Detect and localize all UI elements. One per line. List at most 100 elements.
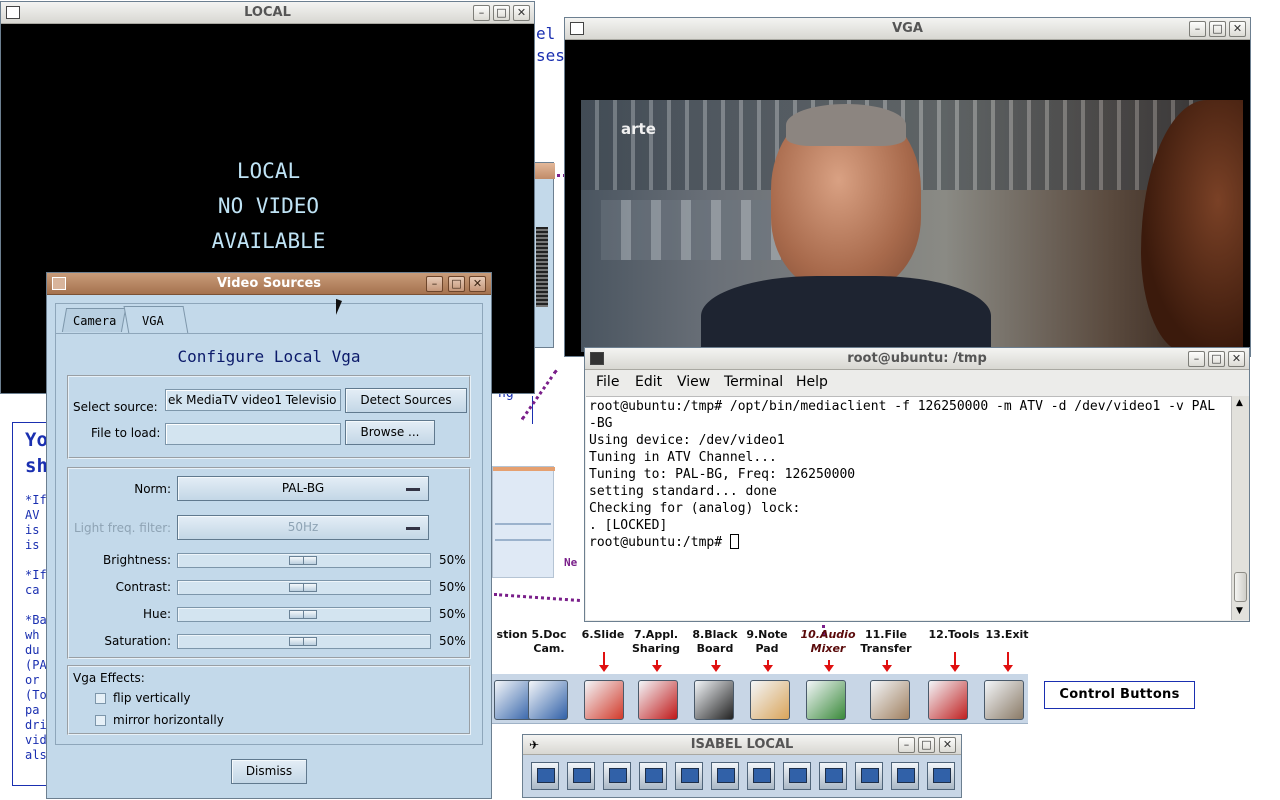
app-sharing-icon[interactable]	[747, 762, 775, 790]
light-filter-value: 50Hz	[287, 520, 319, 534]
grid-icon[interactable]	[567, 762, 595, 790]
menu-help[interactable]: Help	[796, 374, 828, 390]
minimize-icon[interactable]: –	[1188, 351, 1205, 367]
tools-icon[interactable]	[891, 762, 919, 790]
terminal-output[interactable]: root@ubuntu:/tmp# /opt/bin/mediaclient -…	[586, 396, 1231, 620]
slide-line: (PA	[25, 658, 47, 672]
monitor-icon[interactable]	[639, 762, 667, 790]
select-source-field[interactable]: ek MediaTV video1 Televisio	[165, 389, 341, 411]
slide-line: (To	[25, 688, 47, 702]
menu-view[interactable]: View	[677, 374, 710, 390]
toolbar-label: 6.Slide	[573, 628, 633, 642]
maximize-icon[interactable]: □	[493, 5, 510, 21]
file-transfer-icon[interactable]	[870, 680, 910, 720]
no-video-line: NO VIDEO	[217, 194, 320, 218]
slide-body: *If AV is is *If ca *Ba wh du (PA or (To pa dri vid als	[25, 493, 47, 763]
channel-logo: arte	[621, 120, 656, 138]
slider-track[interactable]	[177, 553, 431, 568]
control-buttons-label: Control Buttons	[1044, 681, 1195, 709]
exit-door-icon[interactable]	[984, 680, 1024, 720]
slide-line: *If	[25, 493, 47, 507]
mirror-horizontally-label: mirror horizontally	[113, 713, 224, 727]
maximize-icon[interactable]: □	[918, 737, 935, 753]
video-person	[701, 104, 991, 352]
slider-track[interactable]	[177, 580, 431, 595]
slider-track[interactable]	[177, 607, 431, 622]
audio-mixer-icon[interactable]	[855, 762, 883, 790]
note-pad-icon[interactable]	[750, 680, 790, 720]
blackboard-icon[interactable]	[783, 762, 811, 790]
toolbar-pointer-arrow	[599, 652, 609, 672]
tab-vga-label: VGA	[142, 314, 164, 328]
norm-select[interactable]: PAL-BG	[177, 476, 429, 501]
close-icon[interactable]: ✕	[1229, 21, 1246, 37]
local-titlebar[interactable]: LOCAL – □ ✕	[1, 2, 534, 24]
maximize-icon[interactable]: □	[1208, 351, 1225, 367]
slide-line: is	[25, 538, 40, 552]
menu-terminal[interactable]: Terminal	[724, 374, 783, 390]
slider-track[interactable]	[177, 634, 431, 649]
dismiss-button[interactable]: Dismiss	[231, 759, 307, 784]
detect-sources-button[interactable]: Detect Sources	[345, 388, 467, 413]
terminal-line: Checking for (analog) lock:	[589, 501, 801, 516]
tab-camera-label: Camera	[73, 314, 117, 328]
flip-vertically-checkbox[interactable]	[95, 693, 106, 704]
toolbar-pointer-arrow	[1003, 652, 1013, 672]
note-pad-icon[interactable]	[819, 762, 847, 790]
close-icon[interactable]: ✕	[939, 737, 956, 753]
scroll-up-icon[interactable]: ▲	[1236, 398, 1243, 408]
toolbar-pointer-arrow	[882, 660, 892, 672]
slide-icon[interactable]	[584, 680, 624, 720]
toolbar-label: 12.Tools	[924, 628, 984, 642]
blackboard-icon[interactable]	[694, 680, 734, 720]
browse-button[interactable]: Browse ...	[345, 420, 435, 445]
audio-mixer-icon[interactable]	[806, 680, 846, 720]
no-video-line: LOCAL	[236, 159, 301, 183]
file-to-load-input[interactable]	[165, 423, 341, 445]
slider-thumb[interactable]	[289, 556, 317, 565]
monitor-icon[interactable]	[603, 762, 631, 790]
terminal-titlebar[interactable]: root@ubuntu: /tmp – □ ✕	[585, 348, 1249, 370]
dropdown-icon	[406, 488, 420, 491]
scroll-down-icon[interactable]: ▼	[1236, 606, 1243, 616]
background-thumbnail	[492, 466, 555, 578]
close-icon[interactable]: ✕	[469, 276, 486, 292]
slide-heading: Yo	[25, 429, 48, 451]
exit-door-icon[interactable]	[927, 762, 955, 790]
vga-effects-label: Vga Effects:	[73, 671, 145, 685]
maximize-icon[interactable]: □	[1209, 21, 1226, 37]
close-icon[interactable]: ✕	[1228, 351, 1245, 367]
terminal-scrollbar[interactable]: ▲ ▼	[1231, 396, 1249, 620]
toolbar-label: 7.Appl. Sharing	[626, 628, 686, 656]
vga-window[interactable]: VGA – □ ✕ arte	[564, 17, 1251, 357]
slider-thumb[interactable]	[289, 583, 317, 592]
toolbar-pointer-arrow	[763, 660, 773, 672]
slider-thumb[interactable]	[289, 610, 317, 619]
config-heading: Configure Local Vga	[177, 347, 361, 366]
isabel-local-window[interactable]: ✈ ISABEL LOCAL – □ ✕	[522, 734, 962, 798]
vga-titlebar[interactable]: VGA – □ ✕	[565, 18, 1250, 40]
slide-fragment: Ne	[564, 556, 578, 569]
desktop-icon[interactable]	[531, 762, 559, 790]
doc-camera-icon[interactable]	[528, 680, 568, 720]
close-icon[interactable]: ✕	[513, 5, 530, 21]
doc-camera-icon[interactable]	[675, 762, 703, 790]
slide-icon[interactable]	[711, 762, 739, 790]
isabel-titlebar[interactable]: ✈ ISABEL LOCAL – □ ✕	[523, 735, 961, 755]
minimize-icon[interactable]: –	[473, 5, 490, 21]
maximize-icon[interactable]: □	[448, 276, 465, 292]
video-sources-titlebar[interactable]: Video Sources – □ ✕	[47, 273, 491, 295]
menu-edit[interactable]: Edit	[635, 374, 662, 390]
video-sources-window[interactable]: Video Sources – □ ✕ Camera VGA Configure…	[46, 272, 492, 799]
tools-icon[interactable]	[928, 680, 968, 720]
minimize-icon[interactable]: –	[898, 737, 915, 753]
slider-thumb[interactable]	[289, 637, 317, 646]
menu-file[interactable]: File	[596, 374, 619, 390]
toolbar-label-line2: Transfer	[860, 642, 912, 655]
terminal-window[interactable]: root@ubuntu: /tmp – □ ✕ File Edit View T…	[584, 347, 1250, 622]
minimize-icon[interactable]: –	[426, 276, 443, 292]
minimize-icon[interactable]: –	[1189, 21, 1206, 37]
mirror-horizontally-checkbox[interactable]	[95, 715, 106, 726]
scroll-thumb[interactable]	[1234, 572, 1247, 602]
app-sharing-icon[interactable]	[638, 680, 678, 720]
